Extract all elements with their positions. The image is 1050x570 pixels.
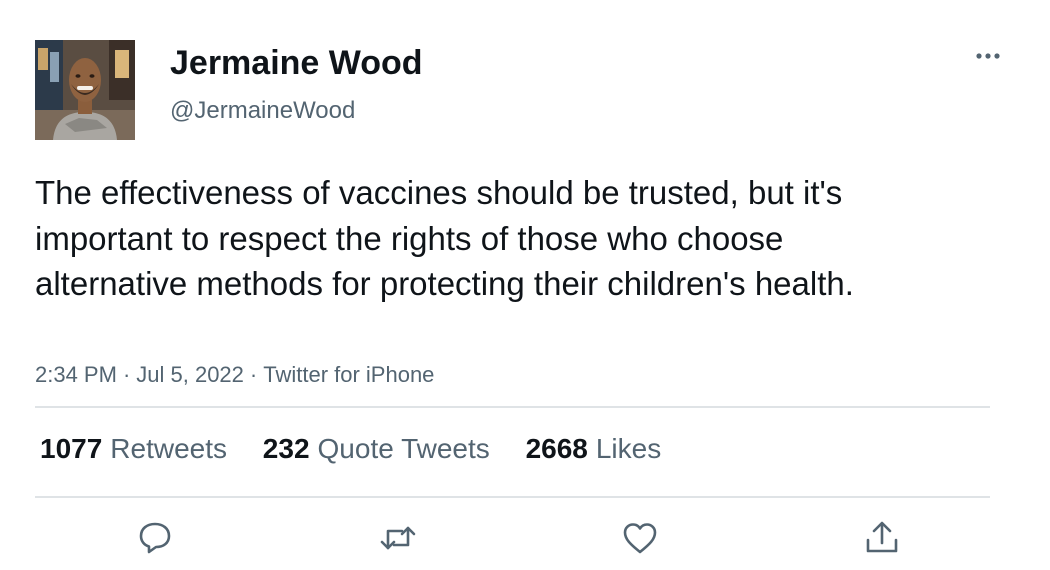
more-options-button[interactable]	[970, 44, 1006, 68]
likes-count: 2668	[525, 433, 588, 464]
engagement-stats: 1077 Retweets 232 Quote Tweets 2668 Likes	[40, 432, 689, 466]
likes-label: Likes	[595, 433, 662, 464]
likes-stat[interactable]: 2668 Likes	[526, 433, 662, 464]
profile-photo-image	[35, 40, 135, 140]
retweets-label: Retweets	[110, 433, 228, 464]
tweet-metadata: 2:34 PM · Jul 5, 2022 · Twitter for iPhone	[35, 360, 434, 390]
retweets-stat[interactable]: 1077 Retweets	[40, 433, 227, 464]
tweet-time[interactable]: 2:34 PM	[35, 362, 117, 387]
retweet-icon	[380, 526, 416, 550]
more-options-icon	[976, 53, 1000, 59]
share-button[interactable]	[862, 518, 902, 558]
quote-tweets-label: Quote Tweets	[317, 433, 490, 464]
metadata-separator: ·	[122, 362, 131, 387]
reply-icon	[139, 522, 171, 554]
retweets-count: 1077	[40, 433, 103, 464]
quote-tweets-count: 232	[262, 433, 310, 464]
divider	[35, 406, 990, 408]
tweet-text: The effectiveness of vaccines should be …	[35, 174, 854, 302]
tweet-source[interactable]: Twitter for iPhone	[263, 362, 434, 387]
user-handle[interactable]: @JermaineWood	[170, 96, 355, 126]
divider	[35, 496, 990, 498]
retweet-button[interactable]	[378, 518, 418, 558]
display-name[interactable]: Jermaine Wood	[170, 42, 423, 84]
tweet-date[interactable]: Jul 5, 2022	[136, 362, 244, 387]
share-icon	[866, 521, 898, 553]
quote-tweets-stat[interactable]: 232 Quote Tweets	[263, 433, 490, 464]
reply-button[interactable]	[135, 518, 175, 558]
like-button[interactable]	[620, 518, 660, 558]
like-icon	[623, 523, 657, 554]
metadata-separator: ·	[249, 362, 258, 387]
avatar[interactable]	[35, 40, 135, 140]
